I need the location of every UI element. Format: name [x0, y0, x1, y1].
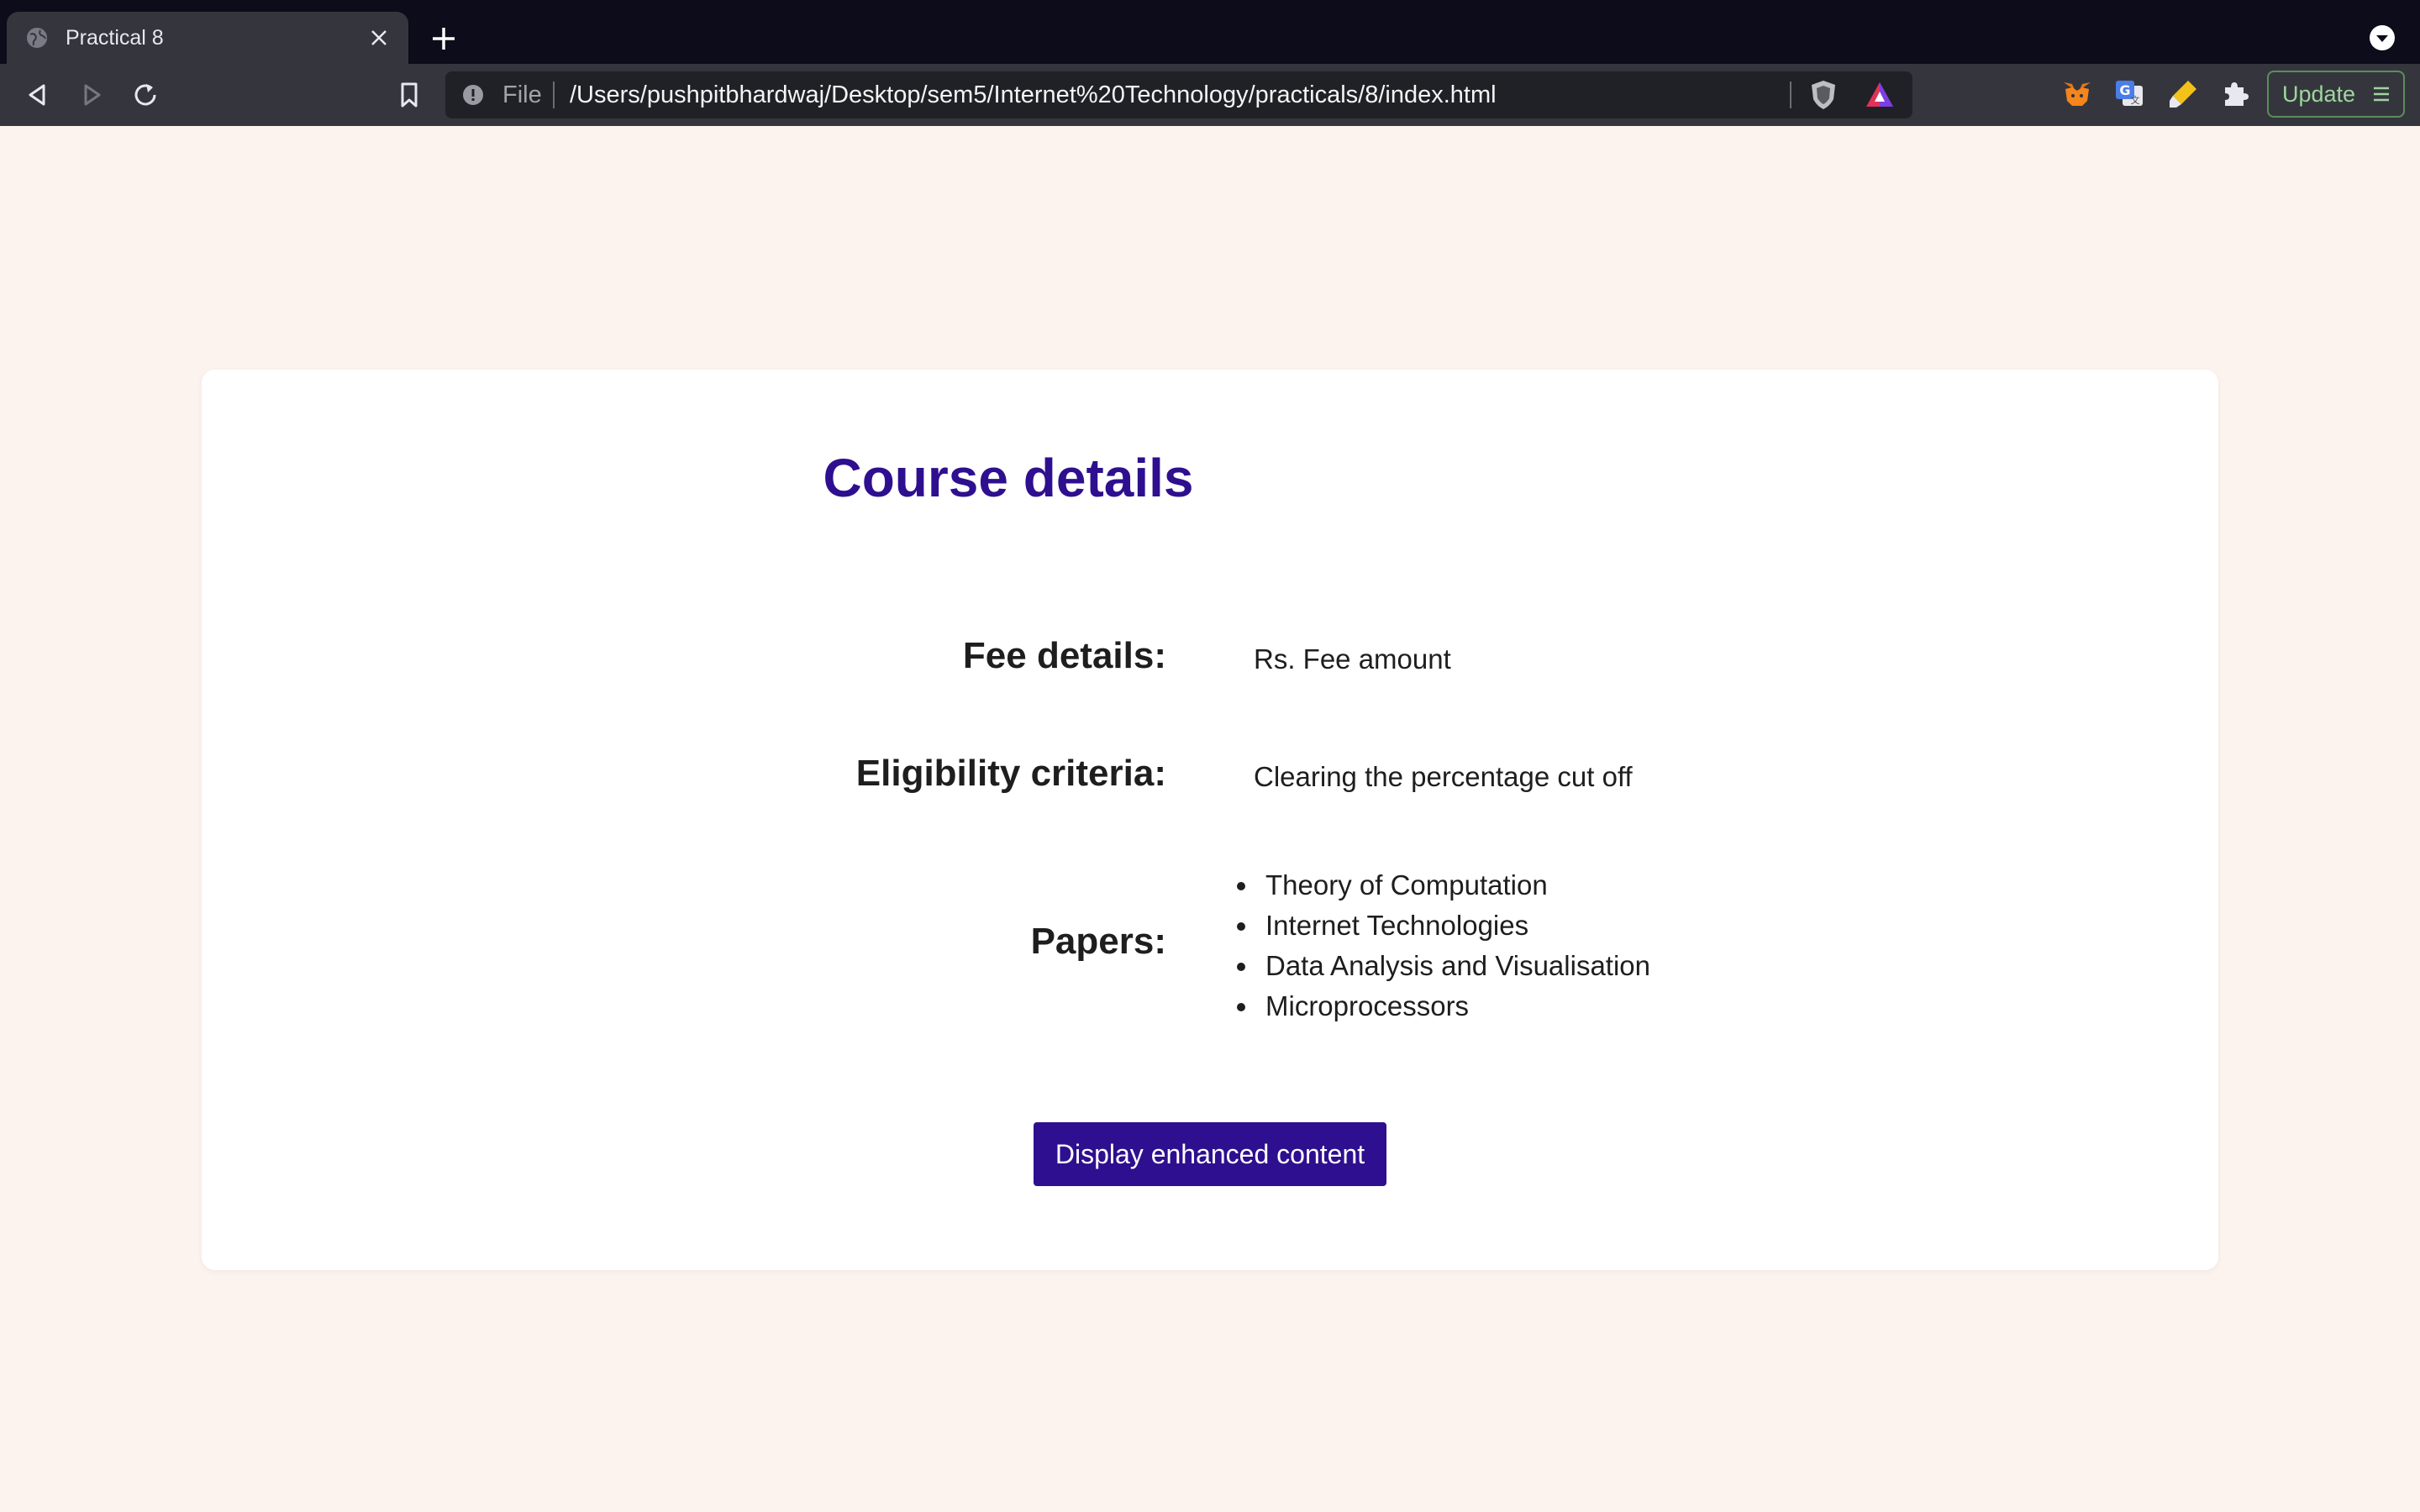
list-item: Data Analysis and Visualisation — [1230, 946, 1650, 986]
list-item: Microprocessors — [1230, 986, 1650, 1026]
info-icon[interactable] — [462, 84, 484, 106]
metamask-icon[interactable] — [2060, 77, 2094, 111]
tab-strip: Practical 8 — [0, 0, 2420, 64]
papers-list: Theory of Computation Internet Technolog… — [1230, 865, 1650, 1026]
papers-label: Papers: — [1030, 921, 1166, 962]
close-icon[interactable] — [368, 27, 390, 49]
list-item: Theory of Computation — [1230, 865, 1650, 906]
url-text[interactable]: /Users/pushpitbhardwaj/Desktop/sem5/Inte… — [570, 81, 1497, 109]
hamburger-menu-icon — [2374, 87, 2389, 102]
page-title: Course details — [823, 448, 1194, 508]
update-label: Update — [2282, 81, 2356, 107]
tab-title: Practical 8 — [66, 25, 164, 50]
eligibility-criteria-value: Clearing the percentage cut off — [1254, 761, 1633, 792]
chevron-down-circle-icon[interactable] — [2368, 24, 2396, 52]
back-arrow-icon[interactable] — [22, 79, 54, 111]
google-translate-icon[interactable]: G 文 — [2112, 77, 2146, 111]
fee-details-label: Fee details: — [962, 635, 1166, 676]
svg-text:G: G — [2119, 82, 2130, 98]
fee-details-value: Rs. Fee amount — [1254, 643, 1451, 675]
svg-text:文: 文 — [2131, 94, 2140, 106]
globe-icon — [27, 28, 47, 48]
eligibility-criteria-label: Eligibility criteria: — [855, 753, 1166, 794]
omnibox-divider — [553, 81, 555, 108]
browser-toolbar: File /Users/pushpitbhardwaj/Desktop/sem5… — [0, 64, 2420, 126]
url-scheme-label: File — [502, 81, 542, 108]
plus-icon[interactable] — [429, 24, 459, 54]
puzzle-icon[interactable] — [2218, 77, 2252, 111]
brave-shield-icon[interactable] — [1808, 79, 1839, 111]
forward-arrow-icon[interactable] — [76, 79, 108, 111]
browser-tab[interactable]: Practical 8 — [7, 12, 408, 64]
bookmark-icon[interactable] — [393, 79, 425, 111]
address-bar[interactable]: File /Users/pushpitbhardwaj/Desktop/sem5… — [445, 71, 1912, 118]
update-button[interactable]: Update — [2267, 71, 2405, 118]
brave-rewards-icon[interactable] — [1864, 80, 1896, 110]
highlighter-icon[interactable] — [2166, 77, 2200, 111]
list-item: Internet Technologies — [1230, 906, 1650, 946]
omnibox-divider — [1790, 81, 1791, 108]
reload-icon[interactable] — [129, 79, 161, 111]
display-enhanced-content-button[interactable]: Display enhanced content — [1034, 1122, 1386, 1186]
